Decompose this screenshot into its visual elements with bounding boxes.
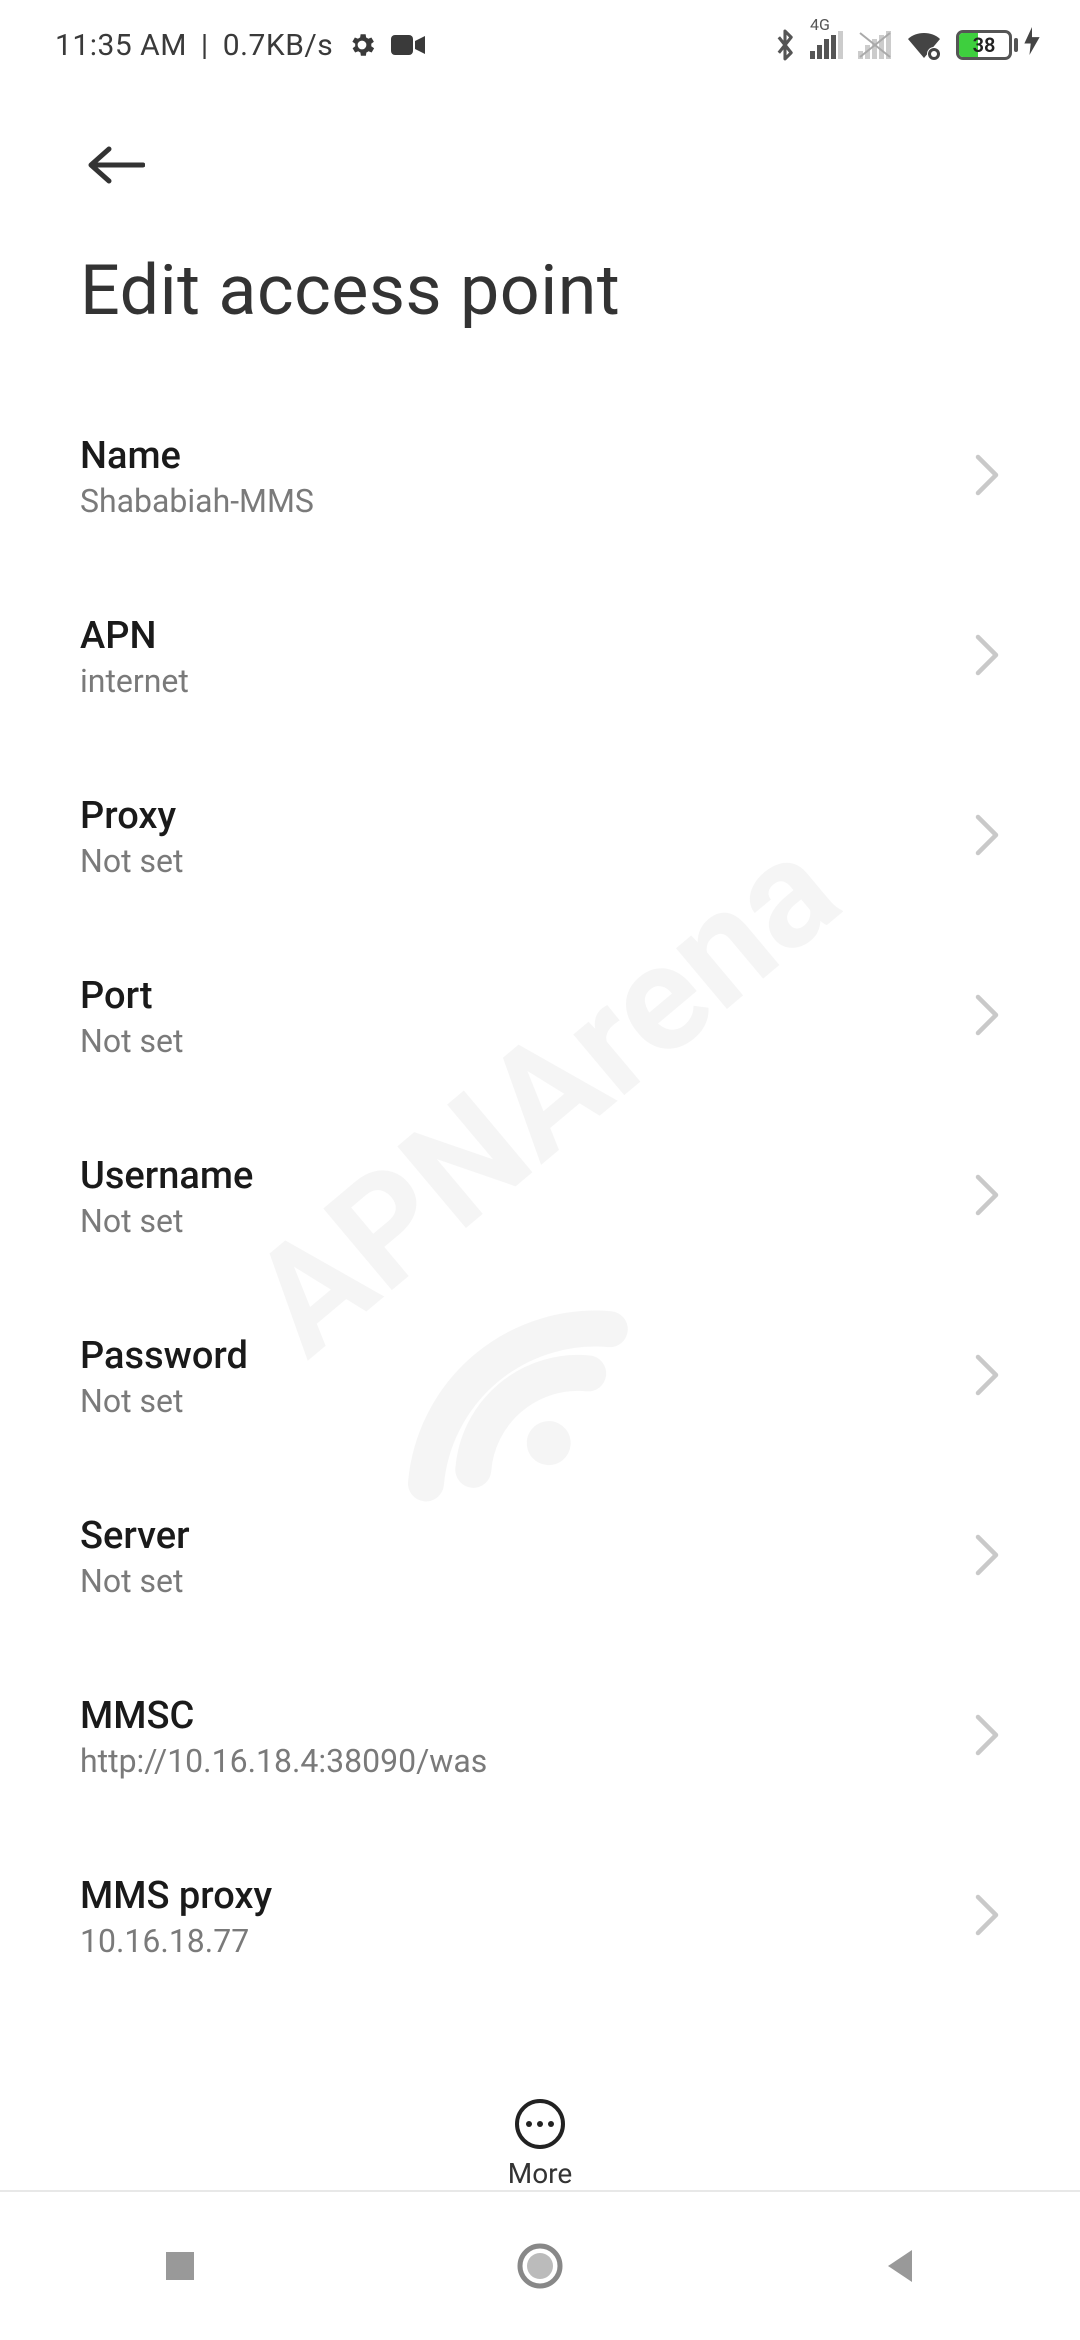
system-nav-bar	[0, 2190, 1080, 2340]
bluetooth-icon	[774, 28, 796, 62]
circle-icon	[517, 2243, 563, 2289]
charging-icon	[1024, 27, 1040, 63]
setting-row-username[interactable]: Username Not set	[80, 1110, 1000, 1290]
square-icon	[162, 2248, 198, 2284]
setting-row-name[interactable]: Name Shababiah-MMS	[80, 390, 1000, 570]
setting-row-port[interactable]: Port Not set	[80, 930, 1000, 1110]
triangle-left-icon	[882, 2246, 918, 2286]
signal-sim2-icon	[858, 31, 892, 59]
setting-value: Shababiah-MMS	[80, 482, 954, 520]
setting-value: 10.16.18.77	[80, 1922, 954, 1960]
setting-label: Username	[80, 1154, 954, 1198]
setting-label: APN	[80, 614, 954, 658]
setting-row-proxy[interactable]: Proxy Not set	[80, 750, 1000, 930]
page-title: Edit access point	[80, 250, 1000, 332]
chevron-right-icon	[974, 1354, 1000, 1400]
chevron-right-icon	[974, 634, 1000, 680]
setting-value: http://10.16.18.4:38090/was	[80, 1742, 954, 1780]
setting-value: Not set	[80, 1202, 954, 1240]
nav-recents-button[interactable]	[80, 2216, 280, 2316]
setting-label: MMSC	[80, 1694, 954, 1738]
video-icon	[391, 33, 425, 57]
more-button[interactable]: More	[508, 2099, 573, 2190]
chevron-right-icon	[974, 994, 1000, 1040]
status-data-rate: 0.7KB/s	[223, 28, 334, 63]
setting-value: Not set	[80, 842, 954, 880]
back-button[interactable]	[80, 130, 150, 200]
status-bar: 11:35 AM | 0.7KB/s 4G 38	[0, 0, 1080, 90]
setting-value: Not set	[80, 1022, 954, 1060]
setting-row-mms-proxy[interactable]: MMS proxy 10.16.18.77	[80, 1830, 1000, 2010]
setting-value: Not set	[80, 1562, 954, 1600]
setting-value: internet	[80, 662, 954, 700]
chevron-right-icon	[974, 814, 1000, 860]
more-label: More	[508, 2157, 573, 2190]
bottom-toolbar: More	[0, 2020, 1080, 2190]
setting-row-apn[interactable]: APN internet	[80, 570, 1000, 750]
battery-percent: 38	[959, 33, 1009, 57]
setting-label: MMS proxy	[80, 1874, 954, 1918]
header: Edit access point	[0, 90, 1080, 332]
setting-row-mmsc[interactable]: MMSC http://10.16.18.4:38090/was	[80, 1650, 1000, 1830]
chevron-right-icon	[974, 1534, 1000, 1580]
setting-value: Not set	[80, 1382, 954, 1420]
nav-back-button[interactable]	[800, 2216, 1000, 2316]
setting-label: Password	[80, 1334, 954, 1378]
status-time: 11:35 AM	[55, 28, 187, 63]
settings-list: Name Shababiah-MMS APN internet Proxy No…	[0, 390, 1080, 2040]
setting-label: Port	[80, 974, 954, 1018]
setting-label: Proxy	[80, 794, 954, 838]
more-icon	[515, 2099, 565, 2149]
setting-row-server[interactable]: Server Not set	[80, 1470, 1000, 1650]
gear-icon	[347, 30, 377, 60]
chevron-right-icon	[974, 1714, 1000, 1760]
arrow-left-icon	[85, 143, 145, 187]
wifi-icon	[906, 30, 942, 60]
setting-label: Name	[80, 434, 954, 478]
status-separator: |	[201, 28, 209, 63]
signal-sim1-icon: 4G	[810, 31, 844, 59]
nav-home-button[interactable]	[440, 2216, 640, 2316]
chevron-right-icon	[974, 1894, 1000, 1940]
chevron-right-icon	[974, 454, 1000, 500]
chevron-right-icon	[974, 1174, 1000, 1220]
battery-icon: 38	[956, 27, 1040, 63]
network-type-label: 4G	[810, 15, 830, 34]
setting-label: Server	[80, 1514, 954, 1558]
setting-row-password[interactable]: Password Not set	[80, 1290, 1000, 1470]
